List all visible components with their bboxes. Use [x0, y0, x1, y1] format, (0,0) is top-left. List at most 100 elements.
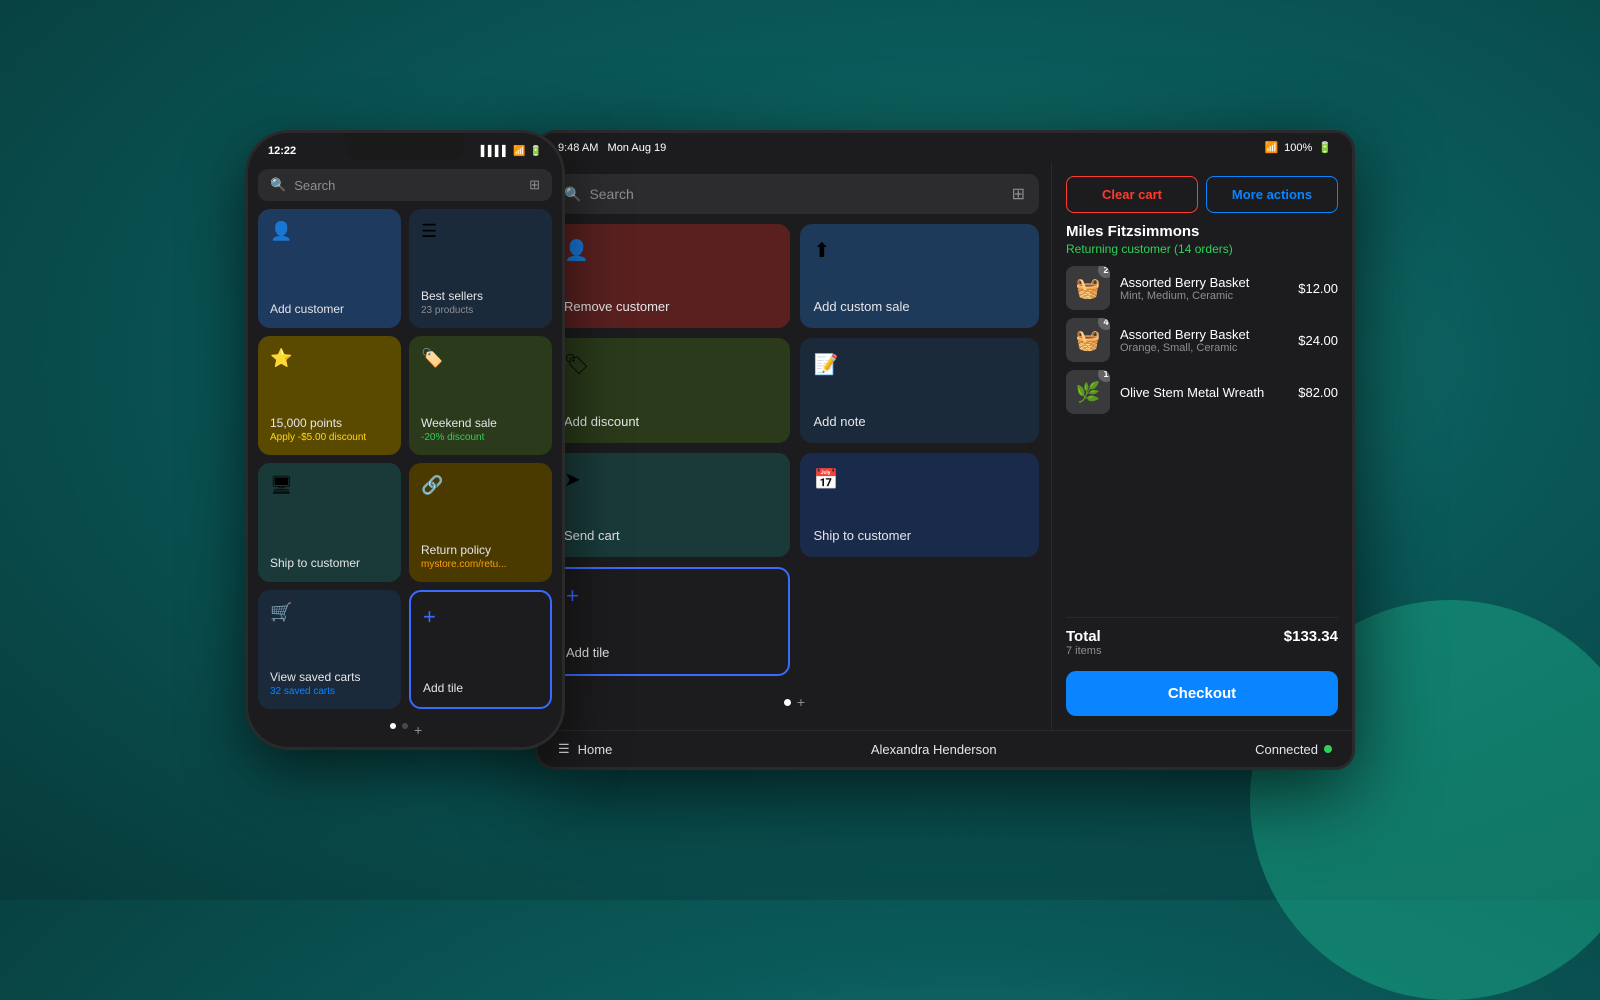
- phone-tile-return-icon: 🔗: [421, 475, 540, 496]
- phone-device: 12:22 ▌▌▌▌ 📶 🔋 🔍 Search ⊞: [245, 130, 565, 750]
- tablet-battery-icon: 🔋: [1318, 141, 1332, 154]
- tablet-bottom-bar: ☰ Home Alexandra Henderson Connected: [538, 730, 1352, 767]
- tablet-tile-add-icon: +: [566, 583, 774, 609]
- phone-tile-saved-carts-sub: 32 saved carts: [270, 686, 389, 697]
- cart-total-label-group: Total 7 items: [1066, 628, 1101, 657]
- phone-dot-1: [390, 723, 396, 729]
- cart-actions: Clear cart More actions: [1066, 176, 1338, 213]
- tablet-tile-ship-icon: 📅: [814, 467, 1026, 492]
- phone-notch: [345, 133, 465, 161]
- phone-dot-add[interactable]: +: [414, 723, 420, 729]
- tablet-wifi-icon: 📶: [1264, 141, 1278, 154]
- tablet-cart-panel: Clear cart More actions Miles Fitzsimmon…: [1052, 162, 1352, 730]
- tablet-battery-text: 100%: [1284, 142, 1312, 154]
- cart-item-2-badge: 4: [1098, 318, 1110, 330]
- cart-item-3: 🌿 1 Olive Stem Metal Wreath $82.00: [1066, 370, 1338, 414]
- devices-container: 12:22 ▌▌▌▌ 📶 🔋 🔍 Search ⊞: [245, 130, 1355, 770]
- phone-tile-points[interactable]: ⭐ 15,000 points Apply -$5.00 discount: [258, 336, 401, 455]
- cart-item-1-name: Assorted Berry Basket: [1120, 275, 1288, 290]
- tablet-home-label: Home: [578, 742, 613, 757]
- phone-tile-points-sub: Apply -$5.00 discount: [270, 432, 389, 443]
- phone-tile-best-sellers[interactable]: ☰ Best sellers 23 products: [409, 209, 552, 328]
- cart-item-2: 🧺 4 Assorted Berry Basket Orange, Small,…: [1066, 318, 1338, 362]
- phone-pagination: +: [258, 717, 552, 739]
- tablet-tile-add-custom-sale[interactable]: ⬆ Add custom sale: [800, 224, 1040, 328]
- cart-items-count: 7 items: [1066, 645, 1101, 657]
- tablet-connected-label: Connected: [1255, 742, 1318, 757]
- cart-item-1-badge: 2: [1098, 266, 1110, 278]
- phone-tile-add-customer-icon: 👤: [270, 221, 389, 242]
- checkout-button[interactable]: Checkout: [1066, 671, 1338, 716]
- tablet-time: 9:48 AM Mon Aug 19: [558, 142, 666, 154]
- phone-tile-return-policy[interactable]: 🔗 Return policy mystore.com/retu...: [409, 463, 552, 582]
- tablet-search-left: 🔍 Search: [564, 186, 634, 203]
- tablet-tile-custom-sale-icon: ⬆: [814, 238, 1026, 263]
- phone-tile-add-customer[interactable]: 👤 Add customer: [258, 209, 401, 328]
- cart-item-1-variant: Mint, Medium, Ceramic: [1120, 290, 1288, 302]
- phone-battery-icon: 🔋: [530, 146, 542, 157]
- cart-total-row: Total 7 items $133.34: [1066, 628, 1338, 657]
- phone-tile-ship-to-customer[interactable]: 🖥 Ship to customer: [258, 463, 401, 582]
- tablet-tile-add-tile[interactable]: + Add tile: [550, 567, 790, 676]
- tablet-status-icons: 📶 100% 🔋: [1264, 141, 1332, 154]
- cart-total-label: Total: [1066, 628, 1101, 645]
- cart-item-2-image: 🧺 4: [1066, 318, 1110, 362]
- tablet-main: 🔍 Search ⊞ 👤 Remove customer: [538, 162, 1352, 730]
- phone-tile-add-tile[interactable]: + Add tile: [409, 590, 552, 709]
- cart-item-3-name: Olive Stem Metal Wreath: [1120, 385, 1288, 400]
- tablet-screen: 9:48 AM Mon Aug 19 📶 100% 🔋 🔍 Search: [538, 133, 1352, 767]
- clear-cart-button[interactable]: Clear cart: [1066, 176, 1198, 213]
- phone-tile-weekend-sale[interactable]: 🏷️ Weekend sale -20% discount: [409, 336, 552, 455]
- cart-item-1: 🧺 2 Assorted Berry Basket Mint, Medium, …: [1066, 266, 1338, 310]
- phone-search-bar[interactable]: 🔍 Search ⊞: [258, 169, 552, 201]
- tablet-tile-send-cart[interactable]: ➤ Send cart: [550, 453, 790, 557]
- customer-section: Miles Fitzsimmons Returning customer (14…: [1066, 223, 1338, 256]
- phone-dot-2: [402, 723, 408, 729]
- phone-tile-weekend-sale-sub: -20% discount: [421, 432, 540, 443]
- phone-time: 12:22: [268, 145, 296, 157]
- cart-item-3-info: Olive Stem Metal Wreath: [1120, 385, 1288, 400]
- tablet-tile-add-discount[interactable]: 🏷 Add discount: [550, 338, 790, 442]
- tablet-dot-add[interactable]: +: [797, 694, 805, 710]
- cart-item-1-price: $12.00: [1298, 281, 1338, 296]
- phone-tile-points-label: 15,000 points: [270, 416, 389, 430]
- cart-item-1-info: Assorted Berry Basket Mint, Medium, Cera…: [1120, 275, 1288, 302]
- phone-tile-add-icon: +: [423, 604, 538, 630]
- phone-tile-return-label: Return policy: [421, 543, 540, 557]
- tablet-tile-discount-icon: 🏷: [564, 352, 776, 377]
- tablet-tile-remove-customer[interactable]: 👤 Remove customer: [550, 224, 790, 328]
- cart-item-2-price: $24.00: [1298, 333, 1338, 348]
- phone-tile-saved-carts[interactable]: 🛒 View saved carts 32 saved carts: [258, 590, 401, 709]
- phone-content: 🔍 Search ⊞ 👤 Add customer ☰: [248, 161, 562, 747]
- tablet-tile-ship-to-customer[interactable]: 📅 Ship to customer: [800, 453, 1040, 557]
- tablet-tile-add-note[interactable]: 📝 Add note: [800, 338, 1040, 442]
- tablet-device: 9:48 AM Mon Aug 19 📶 100% 🔋 🔍 Search: [535, 130, 1355, 770]
- tablet-search-bar[interactable]: 🔍 Search ⊞: [550, 174, 1039, 214]
- cart-item-2-info: Assorted Berry Basket Orange, Small, Cer…: [1120, 327, 1288, 354]
- phone-tile-grid: 👤 Add customer ☰ Best sellers 23 product…: [258, 209, 552, 709]
- cart-items-list: 🧺 2 Assorted Berry Basket Mint, Medium, …: [1066, 266, 1338, 607]
- phone-tile-weekend-sale-icon: 🏷️: [421, 348, 540, 369]
- tablet-tile-add-label: Add tile: [566, 645, 774, 660]
- phone-tile-saved-carts-icon: 🛒: [270, 602, 389, 623]
- more-actions-button[interactable]: More actions: [1206, 176, 1338, 213]
- tablet-tile-remove-label: Remove customer: [564, 299, 776, 314]
- cart-item-3-badge: 1: [1098, 370, 1110, 382]
- customer-name: Miles Fitzsimmons: [1066, 223, 1338, 240]
- tablet-tile-note-label: Add note: [814, 414, 1026, 429]
- phone-tile-return-sub: mystore.com/retu...: [421, 559, 540, 570]
- tablet-tile-note-icon: 📝: [814, 352, 1026, 377]
- cart-total-amount: $133.34: [1284, 628, 1338, 645]
- phone-tile-best-sellers-icon: ☰: [421, 221, 540, 242]
- tablet-pagination: +: [550, 686, 1039, 718]
- tablet-tile-grid: 👤 Remove customer ⬆ Add custom sale 🏷 Ad…: [550, 224, 1039, 676]
- phone-tile-points-icon: ⭐: [270, 348, 389, 369]
- tablet-home-menu[interactable]: ☰ Home: [558, 741, 612, 757]
- phone-tile-add-customer-label: Add customer: [270, 302, 389, 316]
- tablet-tile-remove-icon: 👤: [564, 238, 776, 263]
- tablet-left-panel: 🔍 Search ⊞ 👤 Remove customer: [538, 162, 1052, 730]
- tablet-user-name: Alexandra Henderson: [871, 742, 997, 757]
- phone-tile-best-sellers-sub: 23 products: [421, 305, 540, 316]
- tablet-scan-icon: ⊞: [1012, 184, 1025, 204]
- phone-status-icons: ▌▌▌▌ 📶 🔋: [481, 146, 542, 157]
